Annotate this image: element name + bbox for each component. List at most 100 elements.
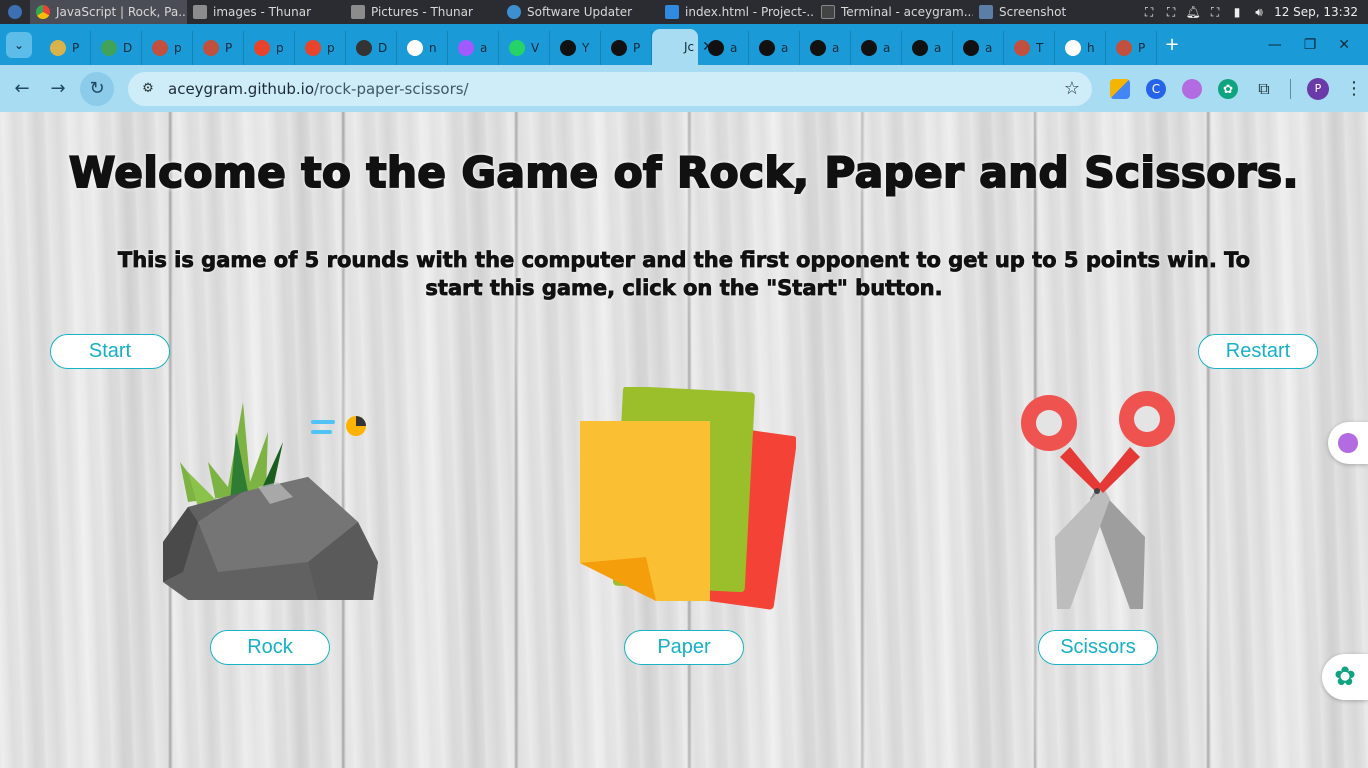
task-title: index.html - Project-...: [685, 5, 815, 19]
browser-tab[interactable]: a: [902, 31, 953, 65]
screenshot-icon: [979, 5, 993, 19]
rock-button[interactable]: Rock: [210, 630, 330, 665]
task-title: Software Updater: [527, 5, 633, 19]
tab-favicon-icon: [759, 40, 775, 56]
browser-tab[interactable]: V: [499, 31, 550, 65]
taskbar-task-thunar-pictures[interactable]: Pictures - Thunar: [345, 0, 501, 24]
terminal-icon: [821, 5, 835, 19]
tab-favicon-icon: [1116, 40, 1132, 56]
app-menu-button[interactable]: [0, 0, 30, 24]
arrow-left-icon: ←: [14, 78, 30, 99]
tab-favicon-icon: [611, 40, 627, 56]
floating-chatgpt-button[interactable]: ✿: [1322, 654, 1368, 700]
network-icon[interactable]: ⛶: [1208, 5, 1222, 19]
taskbar-task-terminal[interactable]: Terminal - aceygram...: [815, 0, 973, 24]
browser-tab[interactable]: Jc✕: [652, 29, 714, 65]
tab-title: a: [832, 41, 840, 55]
tab-title: p: [276, 41, 284, 55]
taskbar-task-thunar-images[interactable]: images - Thunar: [187, 0, 345, 24]
taskbar-task-screenshot[interactable]: Screenshot: [973, 0, 1103, 24]
browser-tab[interactable]: P: [40, 31, 91, 65]
browser-tab[interactable]: n: [397, 31, 448, 65]
new-tab-button[interactable]: +: [1157, 34, 1187, 55]
browser-tab[interactable]: T: [1004, 31, 1055, 65]
browser-tab[interactable]: a: [851, 31, 902, 65]
reload-icon: ↻: [89, 78, 105, 99]
browser-tab[interactable]: p: [295, 31, 346, 65]
taskbar-task-software-updater[interactable]: Software Updater: [501, 0, 659, 24]
profile-avatar[interactable]: P: [1307, 77, 1329, 100]
browser-tab-strip: ⌄ PDpPppDnaVYPJc✕aaaaaaThP + — ❐ ✕: [0, 24, 1368, 65]
browser-tab[interactable]: D: [91, 31, 142, 65]
tab-favicon-icon: [810, 40, 826, 56]
start-button[interactable]: Start: [50, 334, 170, 369]
browser-tab[interactable]: a: [698, 31, 749, 65]
restart-button[interactable]: Restart: [1198, 334, 1318, 369]
extension-refresh-icon[interactable]: C: [1146, 78, 1166, 99]
tab-favicon-icon: [458, 40, 474, 56]
browser-tab[interactable]: p: [142, 31, 193, 65]
rock-image[interactable]: [158, 392, 383, 602]
tab-title: P: [1138, 41, 1146, 55]
battery-icon[interactable]: ▮: [1230, 5, 1244, 19]
network-icon[interactable]: ⛶: [1164, 5, 1178, 19]
minimize-icon[interactable]: —: [1268, 37, 1282, 53]
os-taskbar: JavaScript | Rock, Pa... images - Thunar…: [0, 0, 1368, 24]
taskbar-task-vscode[interactable]: index.html - Project-...: [659, 0, 815, 24]
tab-search-button[interactable]: ⌄: [6, 31, 32, 58]
forward-button[interactable]: →: [40, 71, 76, 107]
tab-title: Jc: [684, 40, 695, 54]
url-path: /rock-paper-scissors/: [314, 79, 469, 98]
scissors-button[interactable]: Scissors: [1038, 630, 1158, 665]
browser-tab[interactable]: a: [448, 31, 499, 65]
tab-title: V: [531, 41, 540, 55]
system-tray: ⛶ ⛶ 🔔︎ ⛶ ▮ 🔊︎ 12 Sep, 13:32: [1142, 0, 1368, 24]
tab-favicon-icon: [101, 40, 117, 56]
browser-menu-icon[interactable]: ⋮: [1345, 78, 1363, 99]
chrome-icon: [36, 5, 50, 19]
paper-image[interactable]: [576, 387, 796, 612]
tab-favicon-icon: [509, 40, 525, 56]
tab-title: p: [174, 41, 182, 55]
extensions-puzzle-icon[interactable]: ⧉: [1254, 79, 1274, 99]
network-icon[interactable]: ⛶: [1142, 5, 1156, 19]
scissors-image[interactable]: [1015, 387, 1185, 612]
toolbar-divider: [1290, 78, 1291, 99]
volume-icon[interactable]: 🔊︎: [1252, 5, 1266, 19]
address-bar[interactable]: ⚙ aceygram.github.io/rock-paper-scissors…: [128, 71, 1092, 106]
extension-chatgpt-icon[interactable]: ✿: [1218, 78, 1238, 99]
close-icon[interactable]: ✕: [1338, 37, 1350, 53]
app-menu-icon: [8, 5, 22, 19]
site-info-icon[interactable]: ⚙: [140, 81, 156, 97]
bookmark-star-icon[interactable]: ☆: [1064, 78, 1080, 99]
tab-title: a: [781, 41, 789, 55]
browser-tab[interactable]: D: [346, 31, 397, 65]
browser-tab[interactable]: h: [1055, 31, 1106, 65]
task-title: Screenshot: [999, 5, 1067, 19]
reload-button[interactable]: ↻: [80, 71, 114, 106]
browser-tab[interactable]: P: [193, 31, 244, 65]
browser-tab[interactable]: p: [244, 31, 295, 65]
clock[interactable]: 12 Sep, 13:32: [1274, 5, 1358, 19]
browser-tab[interactable]: a: [953, 31, 1004, 65]
paper-button[interactable]: Paper: [624, 630, 744, 665]
extension-brain-icon[interactable]: [1182, 78, 1202, 99]
floating-brain-extension-button[interactable]: [1328, 422, 1368, 464]
maximize-icon[interactable]: ❐: [1304, 37, 1317, 53]
taskbar-task-browser[interactable]: JavaScript | Rock, Pa...: [30, 0, 187, 24]
page-title: Welcome to the Game of Rock, Paper and S…: [68, 147, 1299, 198]
tab-favicon-icon: [560, 40, 576, 56]
browser-tab[interactable]: P: [1106, 31, 1157, 65]
browser-tab[interactable]: a: [749, 31, 800, 65]
tab-title: D: [123, 41, 133, 55]
task-title: Pictures - Thunar: [371, 5, 473, 19]
back-button[interactable]: ←: [4, 71, 40, 107]
browser-tab[interactable]: P: [601, 31, 652, 65]
browser-tab[interactable]: a: [800, 31, 851, 65]
browser-tab[interactable]: Y: [550, 31, 601, 65]
extension-palette-icon[interactable]: [1110, 78, 1130, 99]
bell-icon[interactable]: 🔔︎: [1185, 5, 1200, 19]
chatgpt-icon: ✿: [1334, 662, 1356, 692]
folder-icon: [193, 5, 207, 19]
tab-title: h: [1087, 41, 1095, 55]
